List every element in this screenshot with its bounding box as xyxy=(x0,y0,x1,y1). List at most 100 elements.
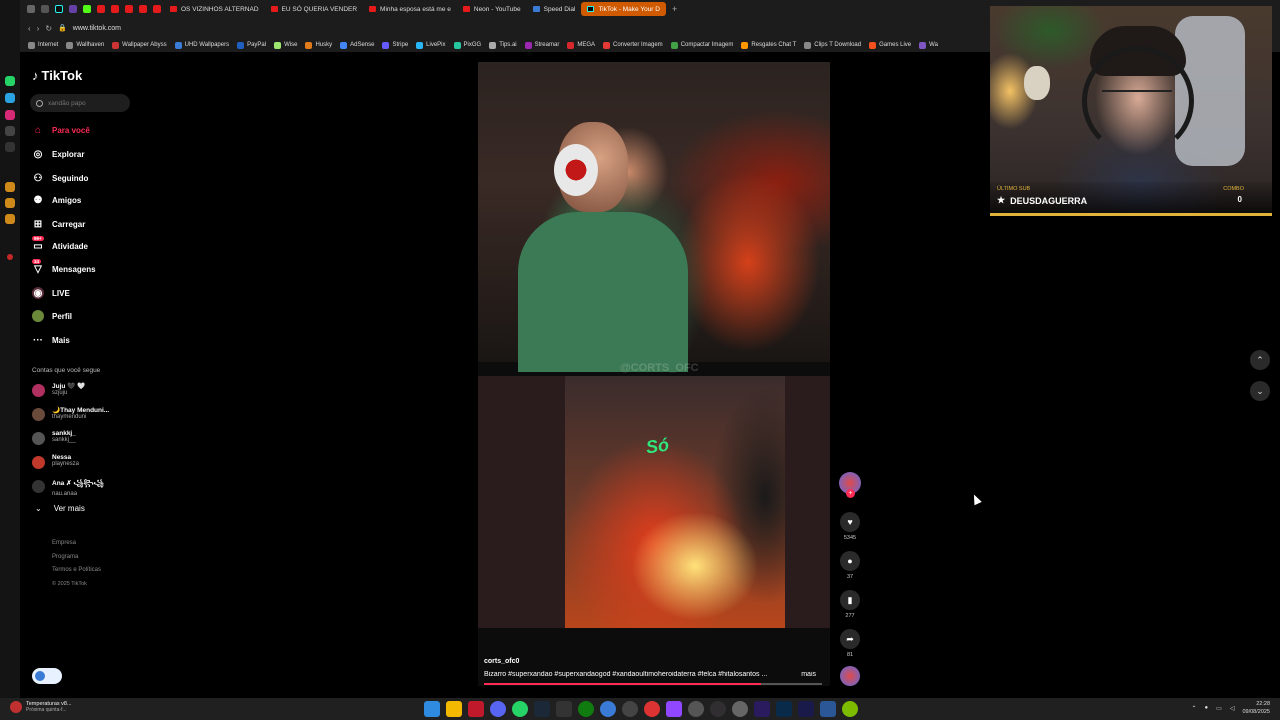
nav-explorar[interactable]: ◎ Explorar xyxy=(32,148,85,160)
bookmark-item[interactable]: UHD Wallpapers xyxy=(174,41,229,49)
nav-live[interactable]: ◉ LIVE xyxy=(32,287,70,299)
bookmark-item[interactable]: Converter Imagem xyxy=(603,41,663,49)
bookmark-item[interactable]: Games Live xyxy=(869,41,911,49)
youtube-icon[interactable] xyxy=(111,5,119,13)
nav-carregar[interactable]: ⊞ Carregar xyxy=(32,218,86,230)
bookmark-item[interactable]: Stripe xyxy=(382,41,408,49)
footer-link-empresa[interactable]: Empresa xyxy=(52,537,101,551)
workspace-icon[interactable] xyxy=(27,5,35,13)
bookmark-item[interactable]: LivePix xyxy=(416,41,446,49)
nav-mais[interactable]: ··· Mais xyxy=(32,334,70,346)
following-account[interactable]: sankkj_ sankkj__ xyxy=(32,430,76,445)
nav-seguindo[interactable]: ⚇ Seguindo xyxy=(32,172,89,184)
steam-icon[interactable] xyxy=(534,701,550,717)
bookmark-item[interactable]: Husky xyxy=(305,41,332,49)
video-player[interactable]: @CORTS_OFC Só corts_ofc0 Bizarro #superx… xyxy=(478,62,830,686)
following-account[interactable]: Nessa playnesza xyxy=(32,454,79,469)
tab[interactable]: Minha esposa está me e xyxy=(363,2,457,16)
creator-avatar[interactable]: + xyxy=(838,472,862,498)
save-button[interactable]: ▮ 277 xyxy=(838,590,862,619)
search-box[interactable] xyxy=(30,94,130,112)
tiktok-icon[interactable] xyxy=(55,5,63,13)
photoshop-icon[interactable] xyxy=(776,701,792,717)
tiktok-icon[interactable] xyxy=(5,126,15,136)
forward-icon[interactable]: › xyxy=(37,24,40,33)
nav-atividade[interactable]: ▭ 99+ Atividade xyxy=(32,236,88,252)
whatsapp-icon[interactable] xyxy=(512,701,528,717)
youtube-icon[interactable] xyxy=(153,5,161,13)
tab[interactable]: OS VIZINHOS ALTERNAD xyxy=(164,2,265,16)
twitch-icon[interactable] xyxy=(666,701,682,717)
follow-plus-icon[interactable]: + xyxy=(846,489,855,498)
see-more-button[interactable]: ⌄ Ver mais xyxy=(35,504,85,513)
sound-disc[interactable] xyxy=(838,666,862,686)
volume-icon[interactable]: ◁ xyxy=(1230,705,1235,712)
extension-pill[interactable] xyxy=(32,668,62,684)
history-icon[interactable] xyxy=(5,182,15,192)
discord-icon[interactable] xyxy=(490,701,506,717)
whatsapp-icon[interactable] xyxy=(5,76,15,86)
media-encoder-icon[interactable] xyxy=(798,701,814,717)
app-icon[interactable] xyxy=(622,701,638,717)
bookmark-item[interactable]: PixGG xyxy=(453,41,481,49)
youtube-icon[interactable] xyxy=(97,5,105,13)
bookmark-item[interactable]: Tips.ai xyxy=(489,41,517,49)
tab-active[interactable]: TikTok - Make Your D xyxy=(581,2,666,16)
video-progress-bar[interactable] xyxy=(484,683,822,685)
tiktok-logo[interactable]: ♪ TikTok xyxy=(32,68,82,83)
tray-chevron-icon[interactable]: ⌃ xyxy=(1192,705,1197,712)
bookmark-item[interactable]: Wallhaven xyxy=(66,41,104,49)
tab[interactable]: Neon - YouTube xyxy=(457,2,527,16)
bookmark-item[interactable]: Clips T Download xyxy=(804,41,861,49)
nav-para-voce[interactable]: ⌂ Para você xyxy=(32,124,90,136)
bookmark-item[interactable]: Resgates Chat T xyxy=(741,41,796,49)
nav-amigos[interactable]: ⚉ Amigos xyxy=(32,194,82,206)
bookmark-item[interactable]: Compactar Imagem xyxy=(670,41,733,49)
following-account[interactable]: 🌙Thay Menduni... thaymenduni xyxy=(32,406,109,421)
search-input[interactable] xyxy=(48,99,118,107)
bookmark-item[interactable]: AdSense xyxy=(340,41,374,49)
caption-more-button[interactable]: mais xyxy=(801,671,816,678)
footer-link-termos[interactable]: Termos e Políticas xyxy=(52,564,101,578)
mic-icon[interactable]: ● xyxy=(1205,705,1209,711)
back-icon[interactable]: ‹ xyxy=(28,24,31,33)
bookmark-item[interactable]: Wise xyxy=(274,41,297,49)
share-button[interactable]: ➦ 81 xyxy=(838,629,862,658)
reload-icon[interactable]: ↻ xyxy=(45,24,52,33)
nav-mensagens[interactable]: ▽ 34 Mensagens xyxy=(32,259,96,275)
opera-icon[interactable] xyxy=(468,701,484,717)
heart-icon[interactable] xyxy=(7,254,13,260)
tab[interactable]: Speed Dial xyxy=(527,2,582,16)
like-button[interactable]: ♥ 5345 xyxy=(838,512,862,541)
twitch-icon[interactable] xyxy=(69,5,77,13)
app-icon[interactable] xyxy=(688,701,704,717)
obs-icon[interactable] xyxy=(710,701,726,717)
app-icon[interactable] xyxy=(732,701,748,717)
bookmark-item[interactable]: Wallpaper Abyss xyxy=(112,41,167,49)
app-icon[interactable] xyxy=(842,701,858,717)
epic-games-icon[interactable] xyxy=(556,701,572,717)
weather-widget[interactable]: Temperaturas v8... Próxima quinta-f... xyxy=(10,701,72,713)
previous-video-button[interactable]: ⌃ xyxy=(1250,350,1270,370)
app-icon[interactable] xyxy=(820,701,836,717)
following-account[interactable]: Ana ✗ ꧁꧂꧁ nau.anaa xyxy=(32,478,104,497)
next-video-button[interactable]: ⌄ xyxy=(1250,381,1270,401)
youtube-icon[interactable] xyxy=(125,5,133,13)
youtube-icon[interactable] xyxy=(139,5,147,13)
nav-perfil[interactable]: Perfil xyxy=(32,310,72,322)
bookmark-item[interactable]: Streamar xyxy=(524,41,559,49)
instagram-icon[interactable] xyxy=(5,110,15,120)
network-icon[interactable]: ▭ xyxy=(1216,705,1222,712)
bookmark-item[interactable]: Internet xyxy=(28,41,58,49)
xbox-icon[interactable] xyxy=(578,701,594,717)
footer-link-programa[interactable]: Programa xyxy=(52,551,101,565)
file-explorer-icon[interactable] xyxy=(446,701,462,717)
bookmark-item[interactable]: MEGA xyxy=(567,41,595,49)
bookmark-item[interactable]: Wa xyxy=(919,41,938,49)
comment-button[interactable]: ● 37 xyxy=(838,551,862,580)
following-account[interactable]: Juju 🖤 🤍 szjuju xyxy=(32,382,85,397)
clock[interactable]: 22:28 09/08/2025 xyxy=(1242,700,1270,716)
app-icon[interactable] xyxy=(600,701,616,717)
pinboard-icon[interactable] xyxy=(5,198,15,208)
kick-icon[interactable] xyxy=(83,5,91,13)
